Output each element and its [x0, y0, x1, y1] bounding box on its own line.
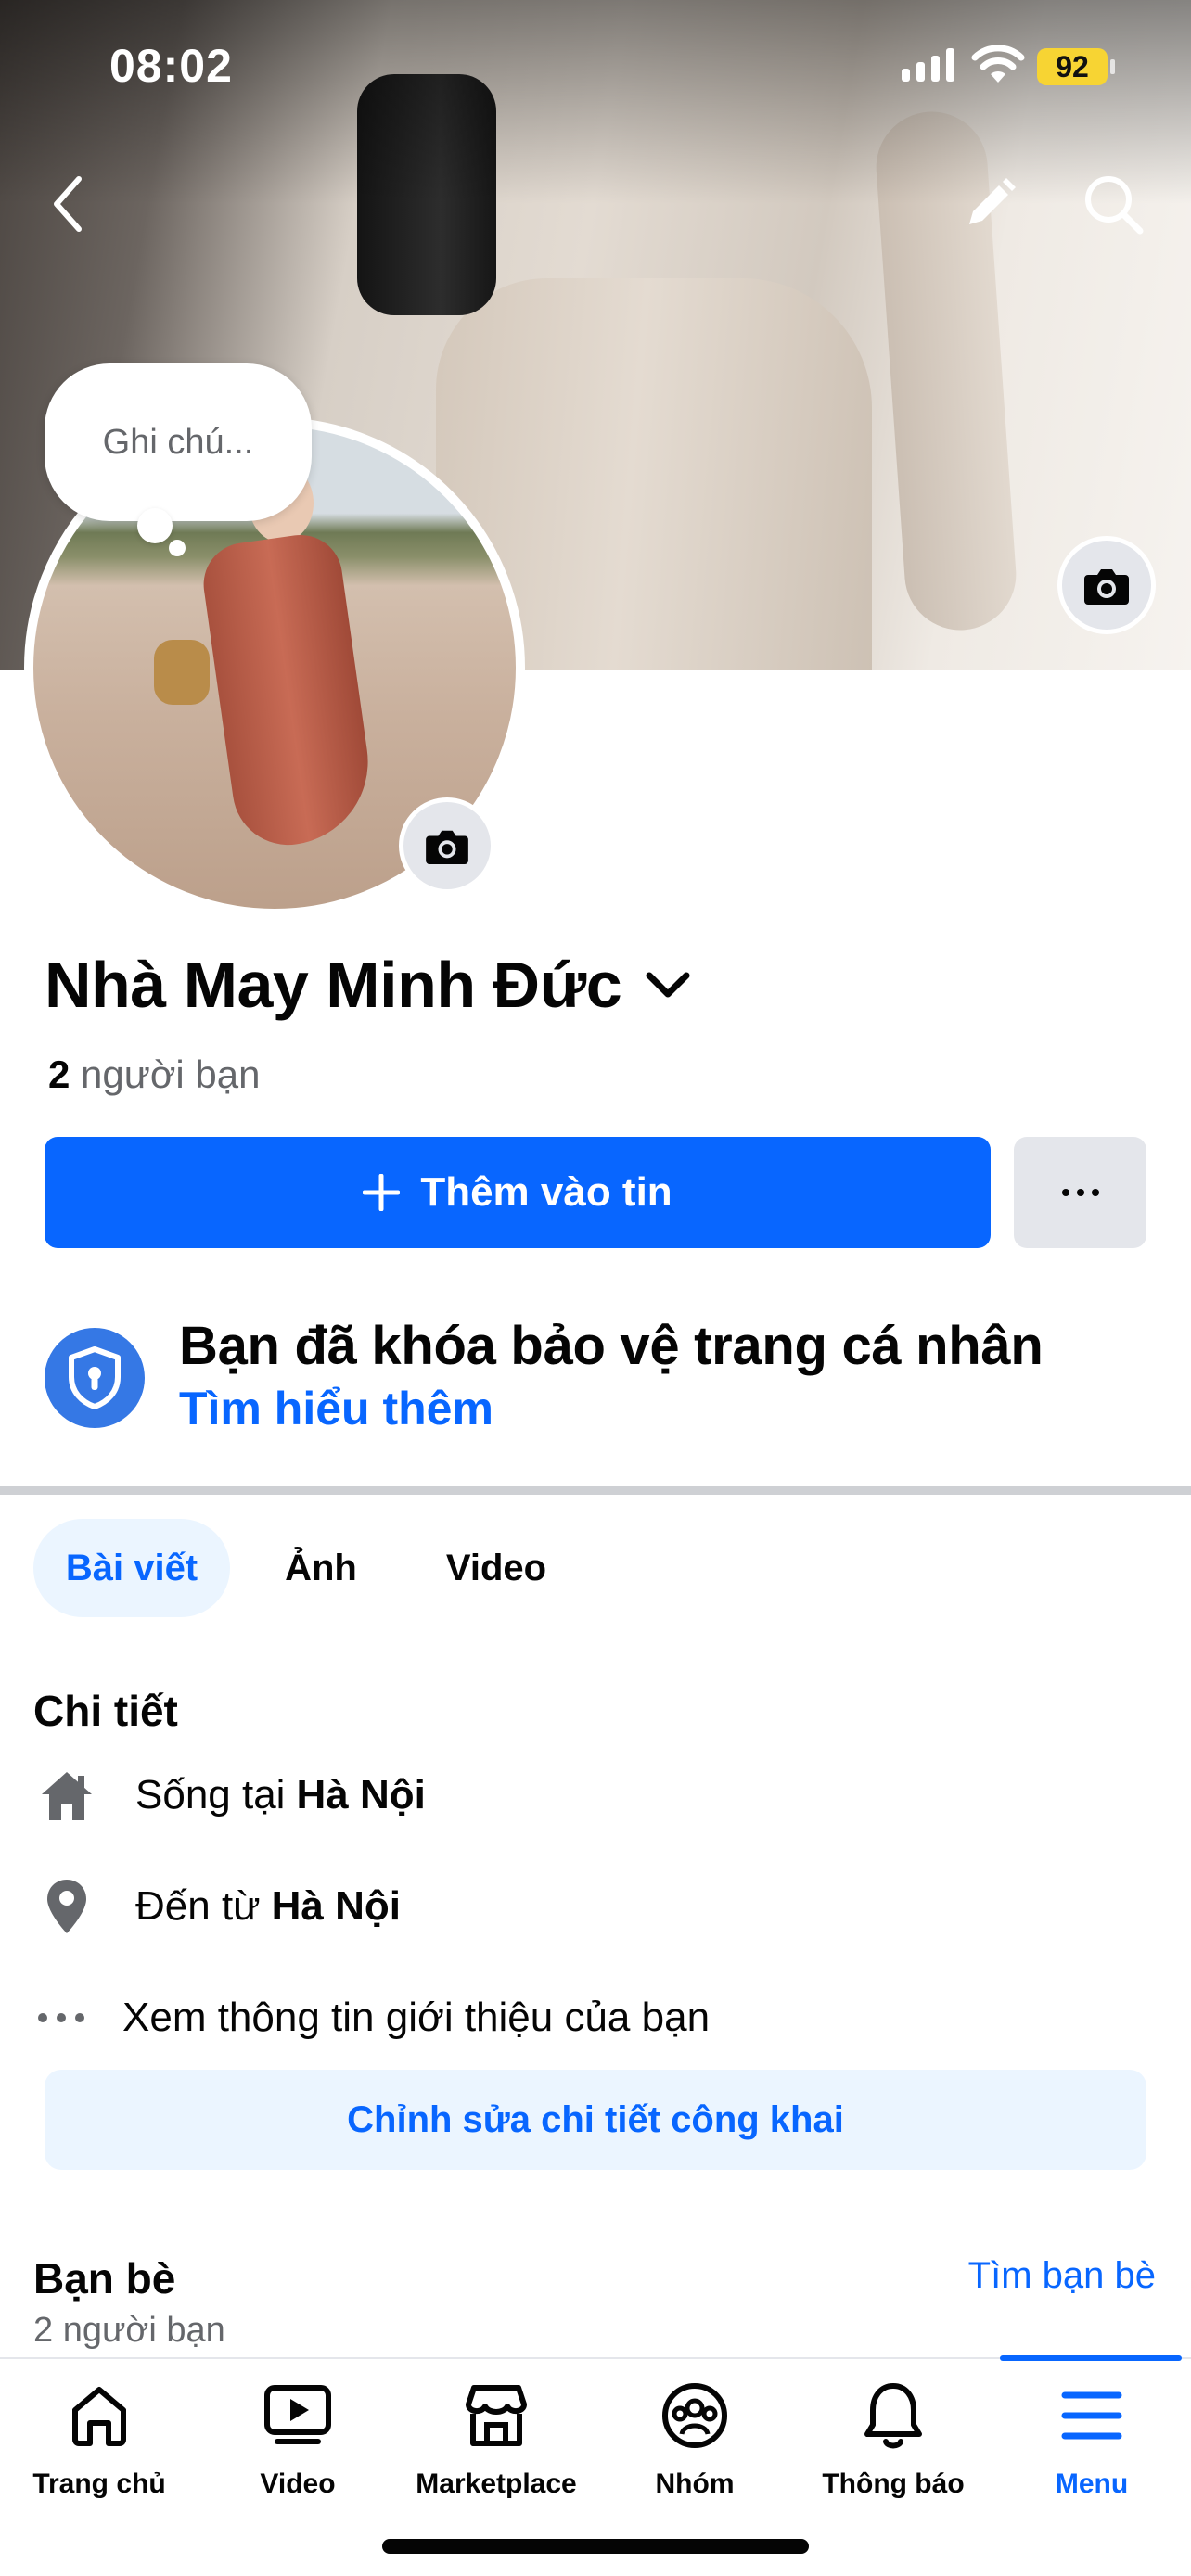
status-time: 08:02 [109, 40, 233, 92]
friends-count[interactable]: 2 người bạn [48, 1052, 260, 1097]
tabbar-notifications[interactable]: Thông báo [794, 2374, 992, 2500]
edit-profile-button[interactable] [948, 162, 1031, 246]
tabbar-menu[interactable]: Menu [992, 2374, 1191, 2500]
add-to-story-label: Thêm vào tin [420, 1169, 672, 1215]
tabbar-video-label: Video [260, 2468, 336, 2499]
wifi-icon [970, 44, 1026, 89]
bell-icon [852, 2374, 935, 2457]
battery-cap [1110, 59, 1115, 74]
home-indicator[interactable] [382, 2539, 809, 2554]
friends-heading: Bạn bè [33, 2254, 176, 2302]
plus-icon [363, 1174, 401, 1211]
profile-name: Nhà May Minh Đức [45, 949, 622, 1021]
lives-in-prefix: Sống tại [135, 1772, 286, 1817]
tabbar-home[interactable]: Trang chủ [0, 2374, 198, 2500]
details-heading: Chi tiết [33, 1687, 178, 1735]
back-arrow-icon [54, 176, 82, 232]
find-friends-link[interactable]: Tìm bạn bè [968, 2255, 1156, 2297]
back-button[interactable] [26, 162, 109, 246]
note-bubble[interactable]: Ghi chú... [45, 363, 312, 521]
detail-about-link[interactable]: Xem thông tin giới thiệu của bạn [33, 1984, 710, 2051]
about-label: Xem thông tin giới thiệu của bạn [122, 1995, 711, 2040]
friends-count-suffix: người bạn [81, 1052, 261, 1096]
tabbar-groups-label: Nhóm [655, 2468, 735, 2499]
marketplace-icon [455, 2374, 538, 2457]
tabbar-marketplace[interactable]: Marketplace [397, 2374, 596, 2500]
location-pin-icon [33, 1873, 100, 1940]
groups-icon [653, 2374, 736, 2457]
search-icon [1085, 176, 1144, 235]
ellipsis-icon [33, 1984, 89, 2051]
avatar-dress-shape [198, 529, 379, 852]
friends-subtitle: 2 người bạn [33, 2311, 225, 2350]
menu-icon [1050, 2374, 1133, 2457]
tab-video[interactable]: Video [427, 1519, 566, 1617]
more-dot [1061, 1189, 1069, 1196]
tabbar-groups[interactable]: Nhóm [596, 2374, 794, 2500]
tabbar-menu-label: Menu [1055, 2468, 1129, 2499]
home-icon [33, 1762, 100, 1829]
note-bubble-tail [137, 508, 173, 543]
home-icon [58, 2374, 141, 2457]
profile-locked-title: Bạn đã khóa bảo vệ trang cá nhân [179, 1316, 1044, 1376]
avatar-basket-shape [154, 640, 210, 705]
edit-public-details-button[interactable]: Chỉnh sửa chi tiết công khai [45, 2070, 1146, 2170]
change-cover-photo-button[interactable] [1057, 536, 1156, 634]
camera-icon [426, 830, 468, 864]
from-value: Hà Nội [271, 1883, 401, 1929]
status-bar: 08:02 92 [0, 0, 1191, 130]
detail-from: Đến từ Hà Nội [33, 1873, 401, 1940]
cellular-signal-icon [902, 48, 954, 82]
shield-lock-icon [45, 1328, 145, 1428]
tab-photos[interactable]: Ảnh [269, 1519, 373, 1617]
tabbar-notifications-label: Thông báo [822, 2468, 965, 2499]
battery-level: 92 [1037, 48, 1108, 85]
note-bubble-tail-small [169, 540, 186, 556]
lives-in-value: Hà Nội [296, 1772, 426, 1817]
add-to-story-button[interactable]: Thêm vào tin [45, 1137, 991, 1248]
pencil-icon [969, 178, 1016, 224]
section-divider [0, 1486, 1191, 1495]
active-tab-indicator [1000, 2355, 1182, 2361]
from-prefix: Đến từ [135, 1883, 261, 1929]
camera-icon [1084, 569, 1129, 605]
detail-lives-in: Sống tại Hà Nội [33, 1762, 426, 1829]
more-dot [1076, 1189, 1084, 1196]
learn-more-link[interactable]: Tìm hiểu thêm [179, 1382, 493, 1435]
search-button[interactable] [1071, 162, 1155, 246]
more-dot [1091, 1189, 1099, 1196]
tabbar-video[interactable]: Video [198, 2374, 397, 2500]
chevron-down-icon[interactable] [642, 966, 694, 1003]
friends-count-number: 2 [48, 1052, 70, 1096]
change-profile-picture-button[interactable] [399, 797, 495, 894]
profile-name-row[interactable]: Nhà May Minh Đức [45, 948, 694, 1022]
video-icon [256, 2374, 339, 2457]
tabbar-marketplace-label: Marketplace [416, 2468, 577, 2499]
tab-posts[interactable]: Bài viết [33, 1519, 230, 1617]
tabbar-home-label: Trang chủ [32, 2468, 166, 2499]
more-options-button[interactable] [1014, 1137, 1146, 1248]
